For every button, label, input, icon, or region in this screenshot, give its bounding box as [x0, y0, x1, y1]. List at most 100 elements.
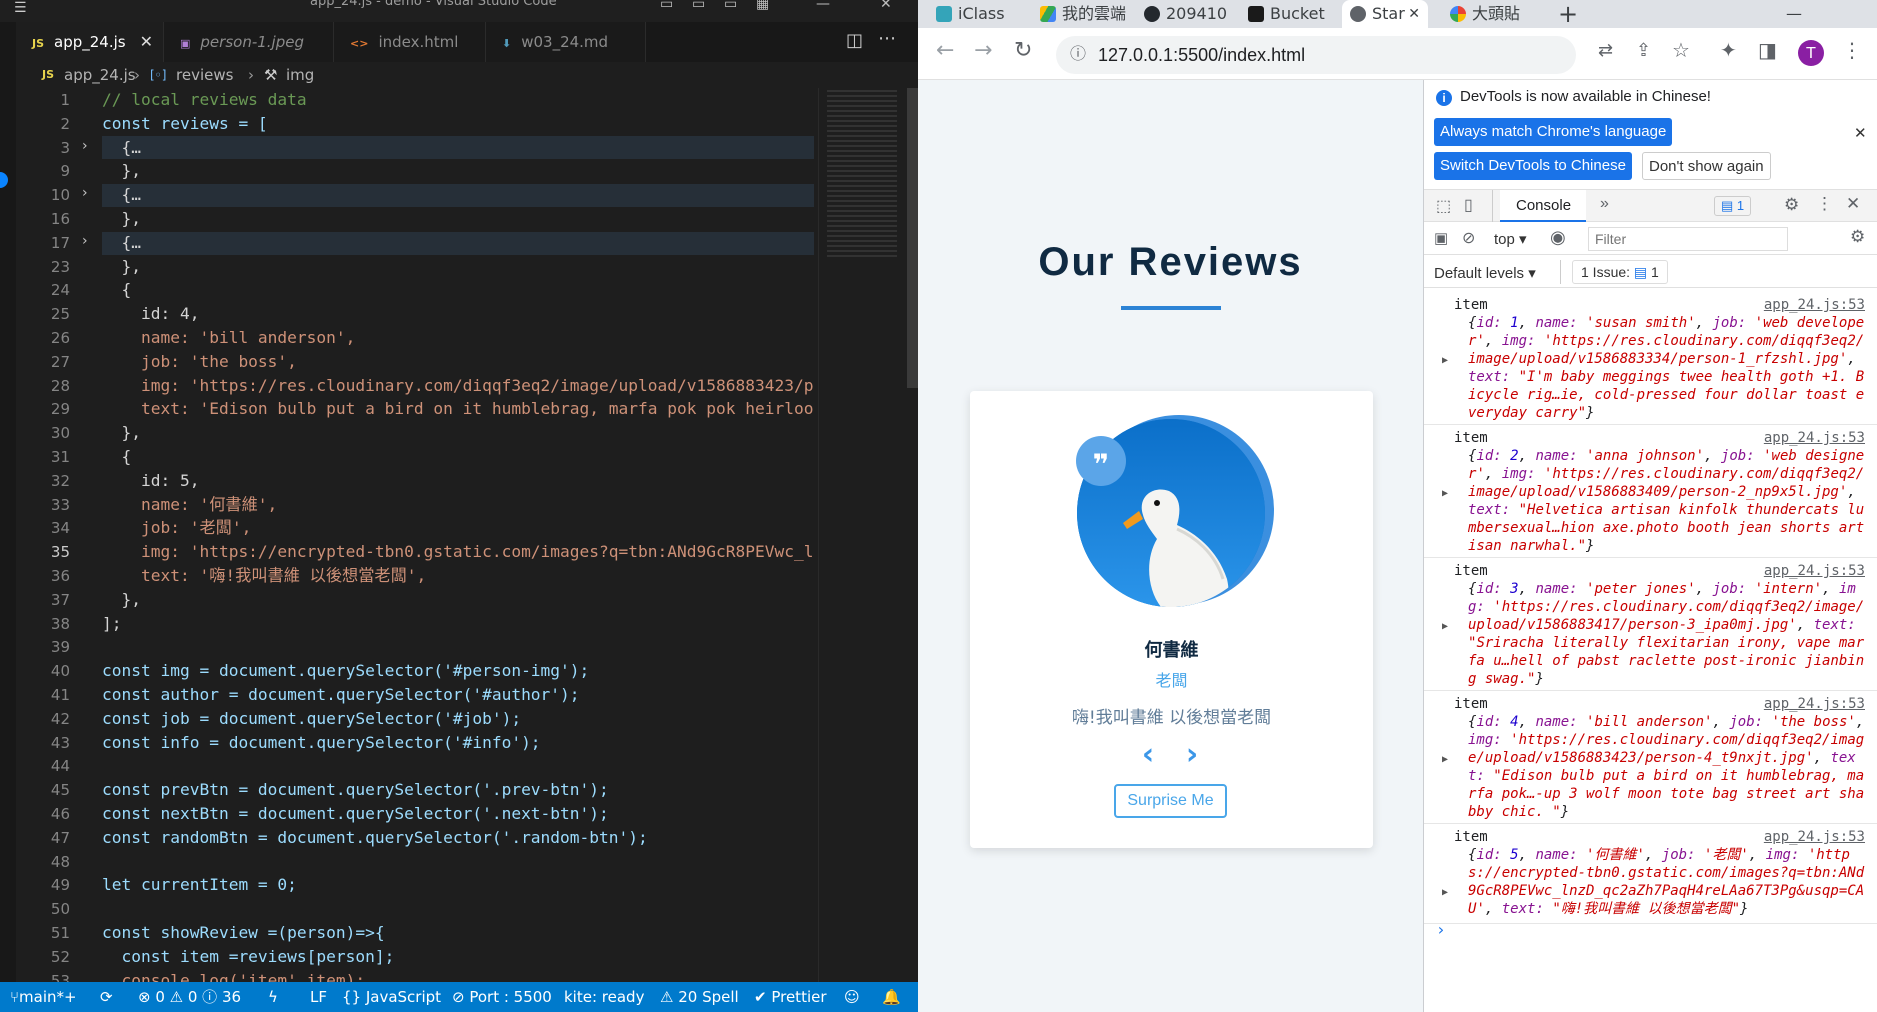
kite-status[interactable]: kite: ready — [564, 982, 644, 1012]
inspect-element-icon[interactable]: ⬚ — [1436, 196, 1451, 216]
issues-label: 1 Issue: — [1581, 264, 1631, 280]
console-log-entry[interactable]: item app_24.js:53 ▶ {id: 5, name: '何書維', jo… — [1424, 824, 1877, 924]
tab-index-html[interactable]: <> index.html — [334, 22, 486, 62]
expand-triangle-icon[interactable]: ▶ — [1442, 485, 1448, 503]
breadcrumb-property[interactable]: img — [286, 62, 314, 88]
log-source-link[interactable]: app_24.js:53 — [1764, 828, 1865, 846]
new-tab-button[interactable]: + — [1558, 0, 1588, 28]
back-icon[interactable]: ← — [936, 38, 954, 63]
clear-console-icon[interactable]: ⊘ — [1462, 228, 1475, 248]
lightning-icon[interactable]: ϟ — [268, 982, 278, 1012]
devtools-menu-icon[interactable]: ⋮ — [1816, 194, 1833, 214]
bookmark-star-icon[interactable]: ☆ — [1672, 38, 1690, 62]
close-infobar-icon[interactable]: ✕ — [1854, 124, 1867, 142]
sync-icon[interactable]: ⟳ — [100, 982, 113, 1012]
next-button[interactable]: › — [1177, 740, 1207, 771]
fold-chevron-icon[interactable]: › — [82, 138, 88, 154]
log-source-link[interactable]: app_24.js:53 — [1764, 296, 1865, 314]
tab-app-js[interactable]: JS app_24.js ✕ — [16, 22, 164, 62]
device-toolbar-icon[interactable]: ▯ — [1464, 195, 1473, 215]
settings-gear-icon[interactable]: ⚙ — [1784, 195, 1799, 215]
browser-tab[interactable]: 大頭貼 — [1450, 0, 1538, 28]
expand-triangle-icon[interactable]: ▶ — [1442, 618, 1448, 636]
split-editor-icon[interactable]: ◫ — [846, 30, 863, 51]
menu-icon[interactable]: ☰ — [14, 0, 40, 22]
translate-icon[interactable]: ⇄ — [1598, 40, 1613, 61]
layout-icon[interactable]: ▭ — [692, 0, 705, 12]
language-status[interactable]: {} JavaScript — [342, 982, 441, 1012]
notifications-icon[interactable]: 🔔 — [882, 982, 901, 1012]
prettier-status[interactable]: ✔ Prettier — [754, 982, 827, 1012]
layout-icon[interactable]: ▦ — [756, 0, 769, 12]
info-icon[interactable]: ⓘ — [1070, 36, 1086, 74]
browser-tab[interactable]: 我的雲端 — [1040, 0, 1128, 28]
breadcrumb-file[interactable]: app_24.js — [64, 62, 136, 88]
browser-tab[interactable]: Bucket — [1248, 0, 1336, 28]
layout-icon[interactable]: ▭ — [660, 0, 673, 12]
always-match-language-button[interactable]: Always match Chrome's language — [1434, 118, 1673, 146]
log-text: Edison bulb put a bird on it humblebrag,… — [1468, 768, 1865, 820]
close-devtools-icon[interactable]: ✕ — [1846, 194, 1860, 214]
live-expression-eye-icon[interactable]: ◉ — [1550, 227, 1566, 248]
line-number: 47 — [50, 828, 70, 847]
spell-status[interactable]: ⚠ 20 Spell — [660, 982, 739, 1012]
side-panel-icon[interactable]: ◨ — [1758, 38, 1777, 62]
minimize-icon[interactable]: — — [816, 0, 830, 12]
log-source-link[interactable]: app_24.js:53 — [1764, 429, 1865, 447]
browser-menu-icon[interactable]: ⋮ — [1842, 38, 1862, 62]
google-drive-favicon — [1040, 6, 1056, 22]
console-settings-icon[interactable]: ⚙ — [1850, 227, 1865, 247]
console-prompt[interactable]: › — [1436, 920, 1446, 939]
switch-to-chinese-button[interactable]: Switch DevTools to Chinese — [1434, 152, 1632, 180]
extensions-icon[interactable]: ✦ — [1720, 38, 1737, 62]
tab-w03-md[interactable]: ⬇ w03_24.md — [486, 22, 646, 62]
console-log-entry[interactable]: item app_24.js:53 ▶ {id: 2, name: 'anna joh… — [1424, 425, 1877, 558]
branch-status[interactable]: ⑂ main*+ — [10, 982, 77, 1012]
layout-icon[interactable]: ▭ — [724, 0, 737, 12]
minimap[interactable] — [818, 88, 919, 984]
close-tab-icon[interactable]: ✕ — [1408, 0, 1420, 28]
console-log-entry[interactable]: item app_24.js:53 ▶ {id: 4, name: 'bill and… — [1424, 691, 1877, 824]
problems-status[interactable]: ⊗ 0 ⚠ 0 ⓘ 36 — [138, 982, 241, 1012]
log-source-link[interactable]: app_24.js:53 — [1764, 562, 1865, 580]
expand-triangle-icon[interactable]: ▶ — [1442, 751, 1448, 769]
breadcrumb-symbol[interactable]: reviews — [176, 62, 233, 88]
browser-tab-active[interactable]: Star ✕ — [1342, 0, 1428, 28]
close-window-icon[interactable]: ✕ — [880, 0, 892, 12]
surprise-me-button[interactable]: Surprise Me — [1114, 784, 1227, 818]
tab-label: Bucket — [1270, 4, 1325, 23]
fold-chevron-icon[interactable]: › — [82, 185, 88, 201]
console-filter-input[interactable] — [1588, 227, 1788, 251]
share-icon[interactable]: ⇪ — [1636, 40, 1651, 61]
context-selector[interactable]: top ▾ — [1494, 230, 1527, 248]
close-tab-icon[interactable]: ✕ — [140, 22, 153, 62]
live-server-status[interactable]: ⊘ Port : 5500 — [452, 982, 552, 1012]
profile-avatar[interactable]: T — [1798, 40, 1824, 66]
more-tabs-icon[interactable]: » — [1600, 195, 1609, 213]
issues-count-button[interactable]: 1 Issue: ▤ 1 — [1572, 260, 1668, 284]
issues-badge[interactable]: ▤ 1 — [1714, 196, 1752, 216]
fold-chevron-icon[interactable]: › — [82, 233, 88, 249]
log-levels-dropdown[interactable]: Default levels ▾ — [1434, 264, 1536, 282]
dont-show-again-button[interactable]: Don't show again — [1642, 152, 1771, 180]
console-log-entry[interactable]: item app_24.js:53 ▶ {id: 1, name: 'susan sm… — [1424, 292, 1877, 425]
line-number: 51 — [50, 924, 70, 942]
minimize-icon[interactable]: — — [1786, 0, 1816, 28]
log-source-link[interactable]: app_24.js:53 — [1764, 695, 1865, 713]
console-log-entry[interactable]: item app_24.js:53 ▶ {id: 3, name: 'peter jo… — [1424, 558, 1877, 691]
address-bar[interactable]: ⓘ 127.0.0.1:5500/index.html — [1056, 36, 1576, 74]
expand-triangle-icon[interactable]: ▶ — [1442, 884, 1448, 902]
feedback-icon[interactable]: ☺ — [844, 982, 860, 1012]
code-editor[interactable]: // local reviews data const reviews = [ {… — [102, 88, 814, 984]
expand-triangle-icon[interactable]: ▶ — [1442, 352, 1448, 370]
eol-status[interactable]: LF — [310, 982, 327, 1012]
reload-icon[interactable]: ↻ — [1014, 38, 1032, 63]
browser-tab[interactable]: iClass — [936, 0, 1024, 28]
prev-button[interactable]: ‹ — [1133, 740, 1163, 771]
more-actions-icon[interactable]: ⋯ — [878, 28, 896, 49]
browser-tab[interactable]: 209410 — [1144, 0, 1232, 28]
forward-icon[interactable]: → — [974, 38, 992, 63]
markdown-file-icon: ⬇ — [502, 37, 512, 50]
sidebar-toggle-icon[interactable]: ▣ — [1434, 229, 1448, 247]
tab-person-jpeg[interactable]: ▣ person-1.jpeg — [164, 22, 334, 62]
